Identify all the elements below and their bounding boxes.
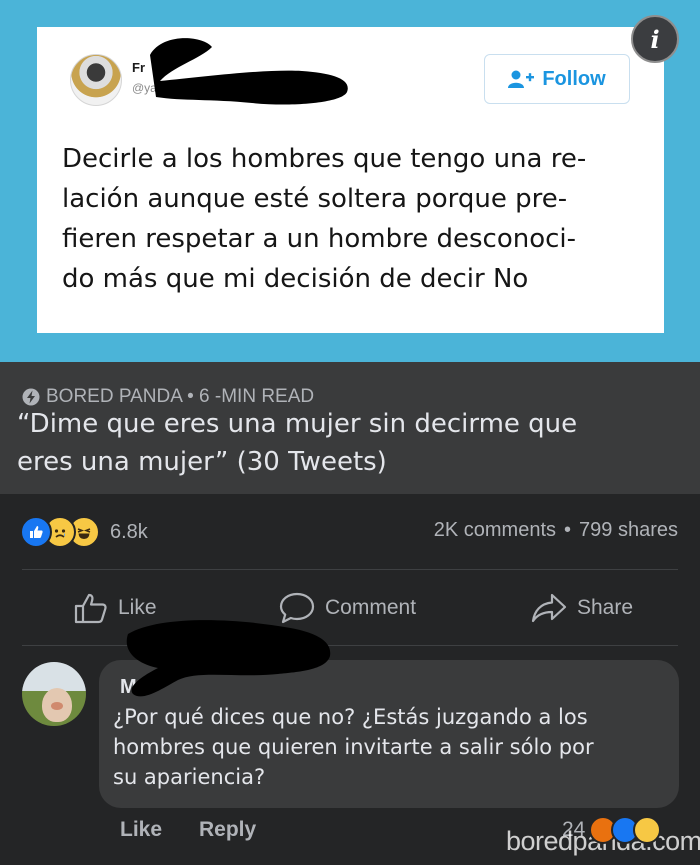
comments-count[interactable]: 2K comments <box>434 519 556 542</box>
comment-text-line: su apariencia? <box>113 765 266 789</box>
commenter-avatar[interactable] <box>22 662 86 726</box>
shares-count[interactable]: 799 shares <box>579 519 678 542</box>
redaction-scribble <box>150 38 348 105</box>
share-arrow-icon <box>531 593 567 623</box>
comment-text: ¿Por qué dices que no? ¿Estás juzgando a… <box>113 702 673 792</box>
tweet-card: Fr @ya Follow Decirle a los hombres que … <box>37 27 664 333</box>
link-preview[interactable]: BORED PANDA • 6 -MIN READ “Dime que eres… <box>0 362 700 494</box>
tweet-text-line: lación aunque esté soltera porque pre- <box>62 184 568 214</box>
tweet-text-line: Decirle a los hombres que tengo una re- <box>62 144 587 174</box>
tweet-text-line: fieren respetar a un hombre desconoci- <box>62 224 577 254</box>
preview-title: “Dime que eres una mujer sin decirme que… <box>17 405 667 481</box>
redaction-scribble <box>126 620 331 697</box>
add-person-icon <box>508 70 535 88</box>
tweet-author-avatar <box>70 54 122 106</box>
tweet-text: Decirle a los hombres que tengo una re- … <box>62 139 652 299</box>
post-stats: 2K comments • 799 shares <box>434 519 678 542</box>
divider <box>22 569 678 570</box>
stats-separator: • <box>564 519 572 541</box>
tweet-text-line: do más que mi decisión de decir No <box>62 264 529 294</box>
thumbs-up-icon <box>74 593 107 624</box>
share-button-label: Share <box>577 596 634 619</box>
share-button[interactable]: Share <box>531 588 633 628</box>
follow-button[interactable]: Follow <box>484 54 630 104</box>
info-icon[interactable]: i <box>631 15 679 63</box>
comment-like-button[interactable]: Like <box>120 818 162 842</box>
reaction-count: 6.8k <box>110 520 148 543</box>
comment-button-label: Comment <box>325 596 417 619</box>
reaction-summary[interactable]: 6.8k <box>20 516 148 548</box>
preview-title-line: eres una mujer” (30 Tweets) <box>17 447 387 477</box>
comment-reply-button[interactable]: Reply <box>199 818 256 842</box>
avatar-photo <box>42 688 72 722</box>
follow-button-label: Follow <box>542 67 606 90</box>
comment-text-line: hombres que quieren invitarte a salir só… <box>113 735 594 759</box>
like-reaction-icon <box>20 516 52 548</box>
lightning-icon <box>22 388 40 406</box>
preview-title-line: “Dime que eres una mujer sin decirme que <box>17 409 578 439</box>
